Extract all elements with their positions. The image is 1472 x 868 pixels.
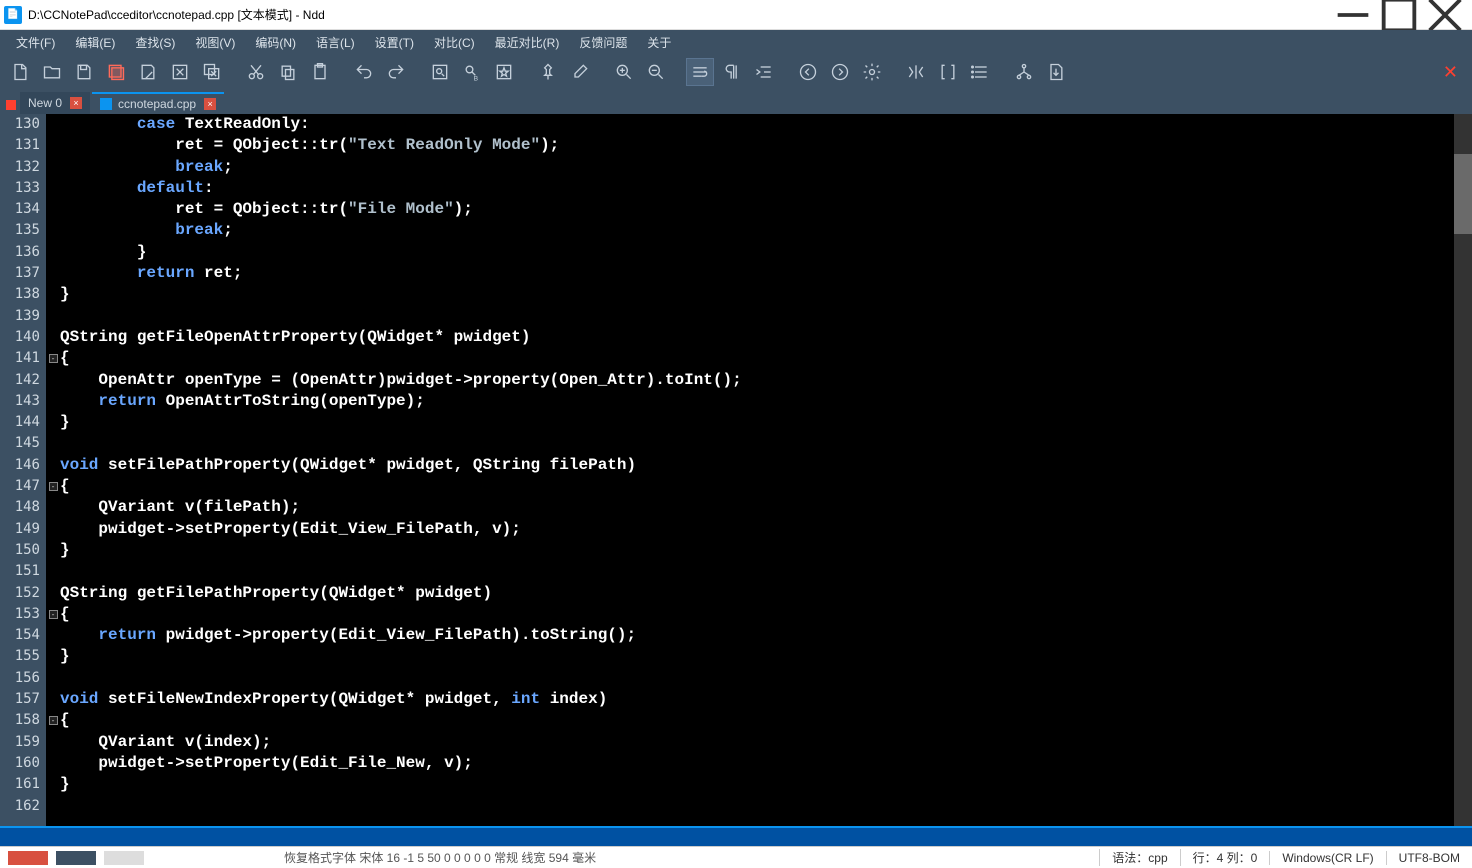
editor[interactable]: 1301311321331341351361371381391401411421…: [0, 114, 1472, 826]
minimize-button[interactable]: [1330, 0, 1376, 30]
brackets-icon[interactable]: [934, 58, 962, 86]
menubar: 文件(F)编辑(E)查找(S)视图(V)编码(N)语言(L)设置(T)对比(C)…: [0, 30, 1472, 54]
zoom-out-icon[interactable]: [642, 58, 670, 86]
fold-column[interactable]: - - - -: [46, 114, 60, 826]
close-file-icon[interactable]: [166, 58, 194, 86]
tab-marker-icon: [6, 100, 16, 110]
fold-toggle-icon[interactable]: -: [49, 482, 58, 491]
menu-item[interactable]: 语言(L): [306, 31, 365, 54]
wrap-icon[interactable]: [686, 58, 714, 86]
menu-item[interactable]: 编码(N): [245, 31, 306, 54]
find-icon[interactable]: [426, 58, 454, 86]
open-file-icon[interactable]: [38, 58, 66, 86]
tab-label: ccnotepad.cpp: [118, 97, 196, 111]
new-file-icon[interactable]: [6, 58, 34, 86]
save-icon[interactable]: [70, 58, 98, 86]
toolbar: B✕: [0, 54, 1472, 90]
close-button[interactable]: [1422, 0, 1468, 30]
menu-item[interactable]: 视图(V): [185, 31, 245, 54]
status-eol[interactable]: Windows(CR LF): [1269, 851, 1385, 865]
status-language[interactable]: 语法：cpp: [1099, 849, 1179, 866]
find-replace-icon[interactable]: B: [458, 58, 486, 86]
menu-item[interactable]: 反馈问题: [569, 31, 637, 54]
save-as-icon[interactable]: [134, 58, 162, 86]
close-all-icon[interactable]: [198, 58, 226, 86]
fold-toggle-icon[interactable]: -: [49, 354, 58, 363]
status-strip: [0, 826, 1472, 846]
status-info: 恢复格式字体 宋体 16 -1 5 50 0 0 0 0 0 常规 线宽 594…: [284, 849, 596, 866]
nav-forward-icon[interactable]: [826, 58, 854, 86]
tab-close-icon[interactable]: ×: [204, 98, 216, 110]
file-icon: [100, 98, 112, 110]
status-position: 行：4 列：0: [1180, 849, 1270, 866]
settings-icon[interactable]: [858, 58, 886, 86]
scrollbar-thumb[interactable]: [1454, 154, 1472, 234]
tree-icon[interactable]: [1010, 58, 1038, 86]
menu-item[interactable]: 文件(F): [6, 31, 65, 54]
tab-close-icon[interactable]: ×: [70, 97, 82, 109]
vertical-scrollbar[interactable]: [1454, 114, 1472, 826]
taskbar-thumb-3[interactable]: [104, 851, 144, 865]
bottom-bar: 恢复格式字体 宋体 16 -1 5 50 0 0 0 0 0 常规 线宽 594…: [0, 846, 1472, 868]
toolbar-close-icon[interactable]: ✕: [1435, 62, 1466, 83]
bookmark-icon[interactable]: [490, 58, 518, 86]
tab[interactable]: ccnotepad.cpp ×: [92, 92, 224, 114]
erase-icon[interactable]: [566, 58, 594, 86]
save-all-icon[interactable]: [102, 58, 130, 86]
menu-item[interactable]: 查找(S): [125, 31, 185, 54]
app-icon: 📄: [4, 6, 22, 24]
menu-item[interactable]: 对比(C): [424, 31, 485, 54]
tab-label: New 0: [28, 96, 62, 110]
taskbar-thumb-1[interactable]: [8, 851, 48, 865]
menu-item[interactable]: 编辑(E): [65, 31, 125, 54]
undo-icon[interactable]: [350, 58, 378, 86]
pin-icon[interactable]: [534, 58, 562, 86]
zoom-in-icon[interactable]: [610, 58, 638, 86]
copy-icon[interactable]: [274, 58, 302, 86]
fold-toggle-icon[interactable]: -: [49, 716, 58, 725]
tab[interactable]: New 0 ×: [20, 92, 90, 114]
cut-icon[interactable]: [242, 58, 270, 86]
nav-back-icon[interactable]: [794, 58, 822, 86]
svg-text:B: B: [474, 75, 479, 82]
code-area[interactable]: case TextReadOnly: ret = QObject::tr("Te…: [60, 114, 1454, 826]
tabbar: New 0 × ccnotepad.cpp ×: [0, 90, 1472, 114]
window-title: D:\CCNotePad\cceditor\ccnotepad.cpp [文本模…: [28, 6, 1330, 23]
titlebar: 📄 D:\CCNotePad\cceditor\ccnotepad.cpp [文…: [0, 0, 1472, 30]
menu-item[interactable]: 设置(T): [365, 31, 424, 54]
pilcrow-icon[interactable]: [718, 58, 746, 86]
menu-item[interactable]: 关于: [637, 31, 681, 54]
export-icon[interactable]: [1042, 58, 1070, 86]
indent-icon[interactable]: [750, 58, 778, 86]
taskbar-thumb-2[interactable]: [56, 851, 96, 865]
maximize-button[interactable]: [1376, 0, 1422, 30]
list-icon[interactable]: [966, 58, 994, 86]
center-icon[interactable]: [902, 58, 930, 86]
paste-icon[interactable]: [306, 58, 334, 86]
fold-toggle-icon[interactable]: -: [49, 610, 58, 619]
redo-icon[interactable]: [382, 58, 410, 86]
line-gutter: 1301311321331341351361371381391401411421…: [0, 114, 46, 826]
menu-item[interactable]: 最近对比(R): [485, 31, 570, 54]
status-encoding[interactable]: UTF8-BOM: [1386, 851, 1472, 865]
